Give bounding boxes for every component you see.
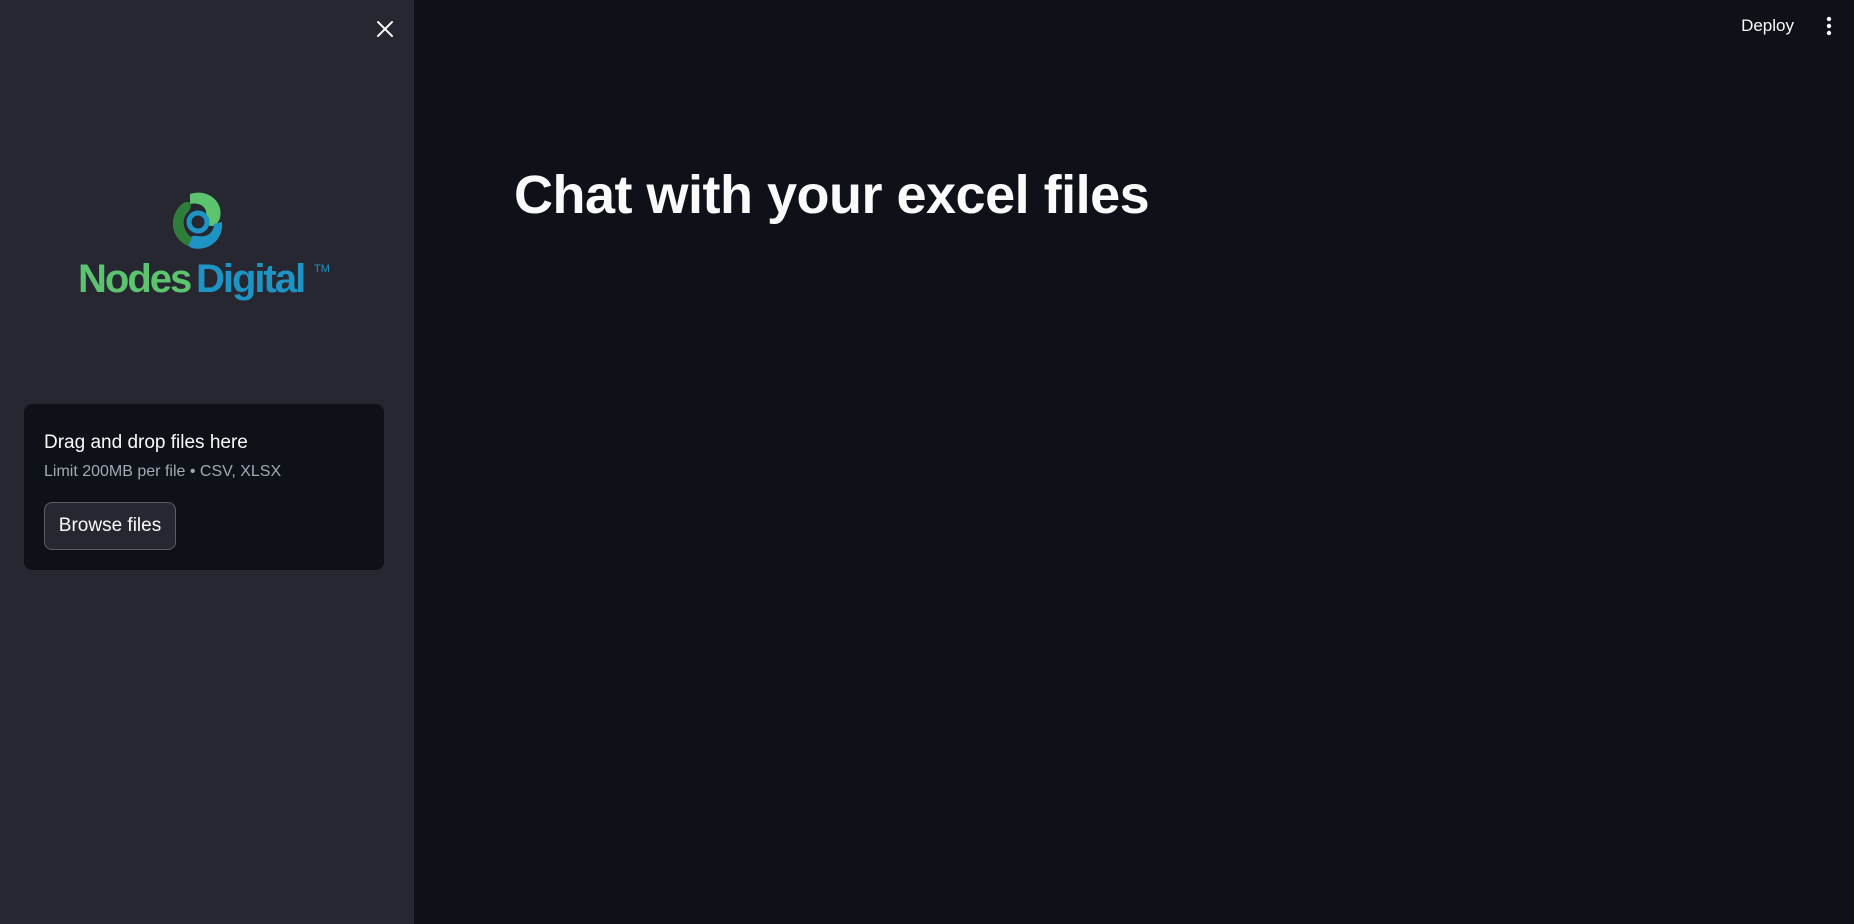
deploy-button[interactable]: Deploy <box>1741 14 1794 38</box>
vertical-ellipsis-icon <box>1826 16 1832 36</box>
main-menu-button[interactable] <box>1818 12 1840 40</box>
file-uploader-dropzone[interactable]: Drag and drop files here Limit 200MB per… <box>24 404 384 570</box>
logo-mark-icon: Nodes Digital TM <box>78 192 330 301</box>
page-title: Chat with your excel files <box>514 165 1150 225</box>
sidebar: Nodes Digital TM Drag and drop files her… <box>0 0 414 924</box>
uploader-title: Drag and drop files here <box>44 432 248 453</box>
nodes-digital-logo: Nodes Digital TM <box>70 180 340 310</box>
browse-files-button[interactable]: Browse files <box>44 502 176 550</box>
logo-text-digital: Digital <box>196 257 304 301</box>
close-sidebar-button[interactable] <box>370 14 400 44</box>
uploader-limits: Limit 200MB per file • CSV, XLSX <box>44 463 282 480</box>
logo-text-nodes: Nodes <box>78 257 191 301</box>
app-root: Nodes Digital TM Drag and drop files her… <box>0 0 1854 924</box>
close-icon <box>377 21 393 37</box>
logo-trademark: TM <box>314 263 330 275</box>
main-content: Deploy Chat with your excel files <box>414 0 1854 924</box>
